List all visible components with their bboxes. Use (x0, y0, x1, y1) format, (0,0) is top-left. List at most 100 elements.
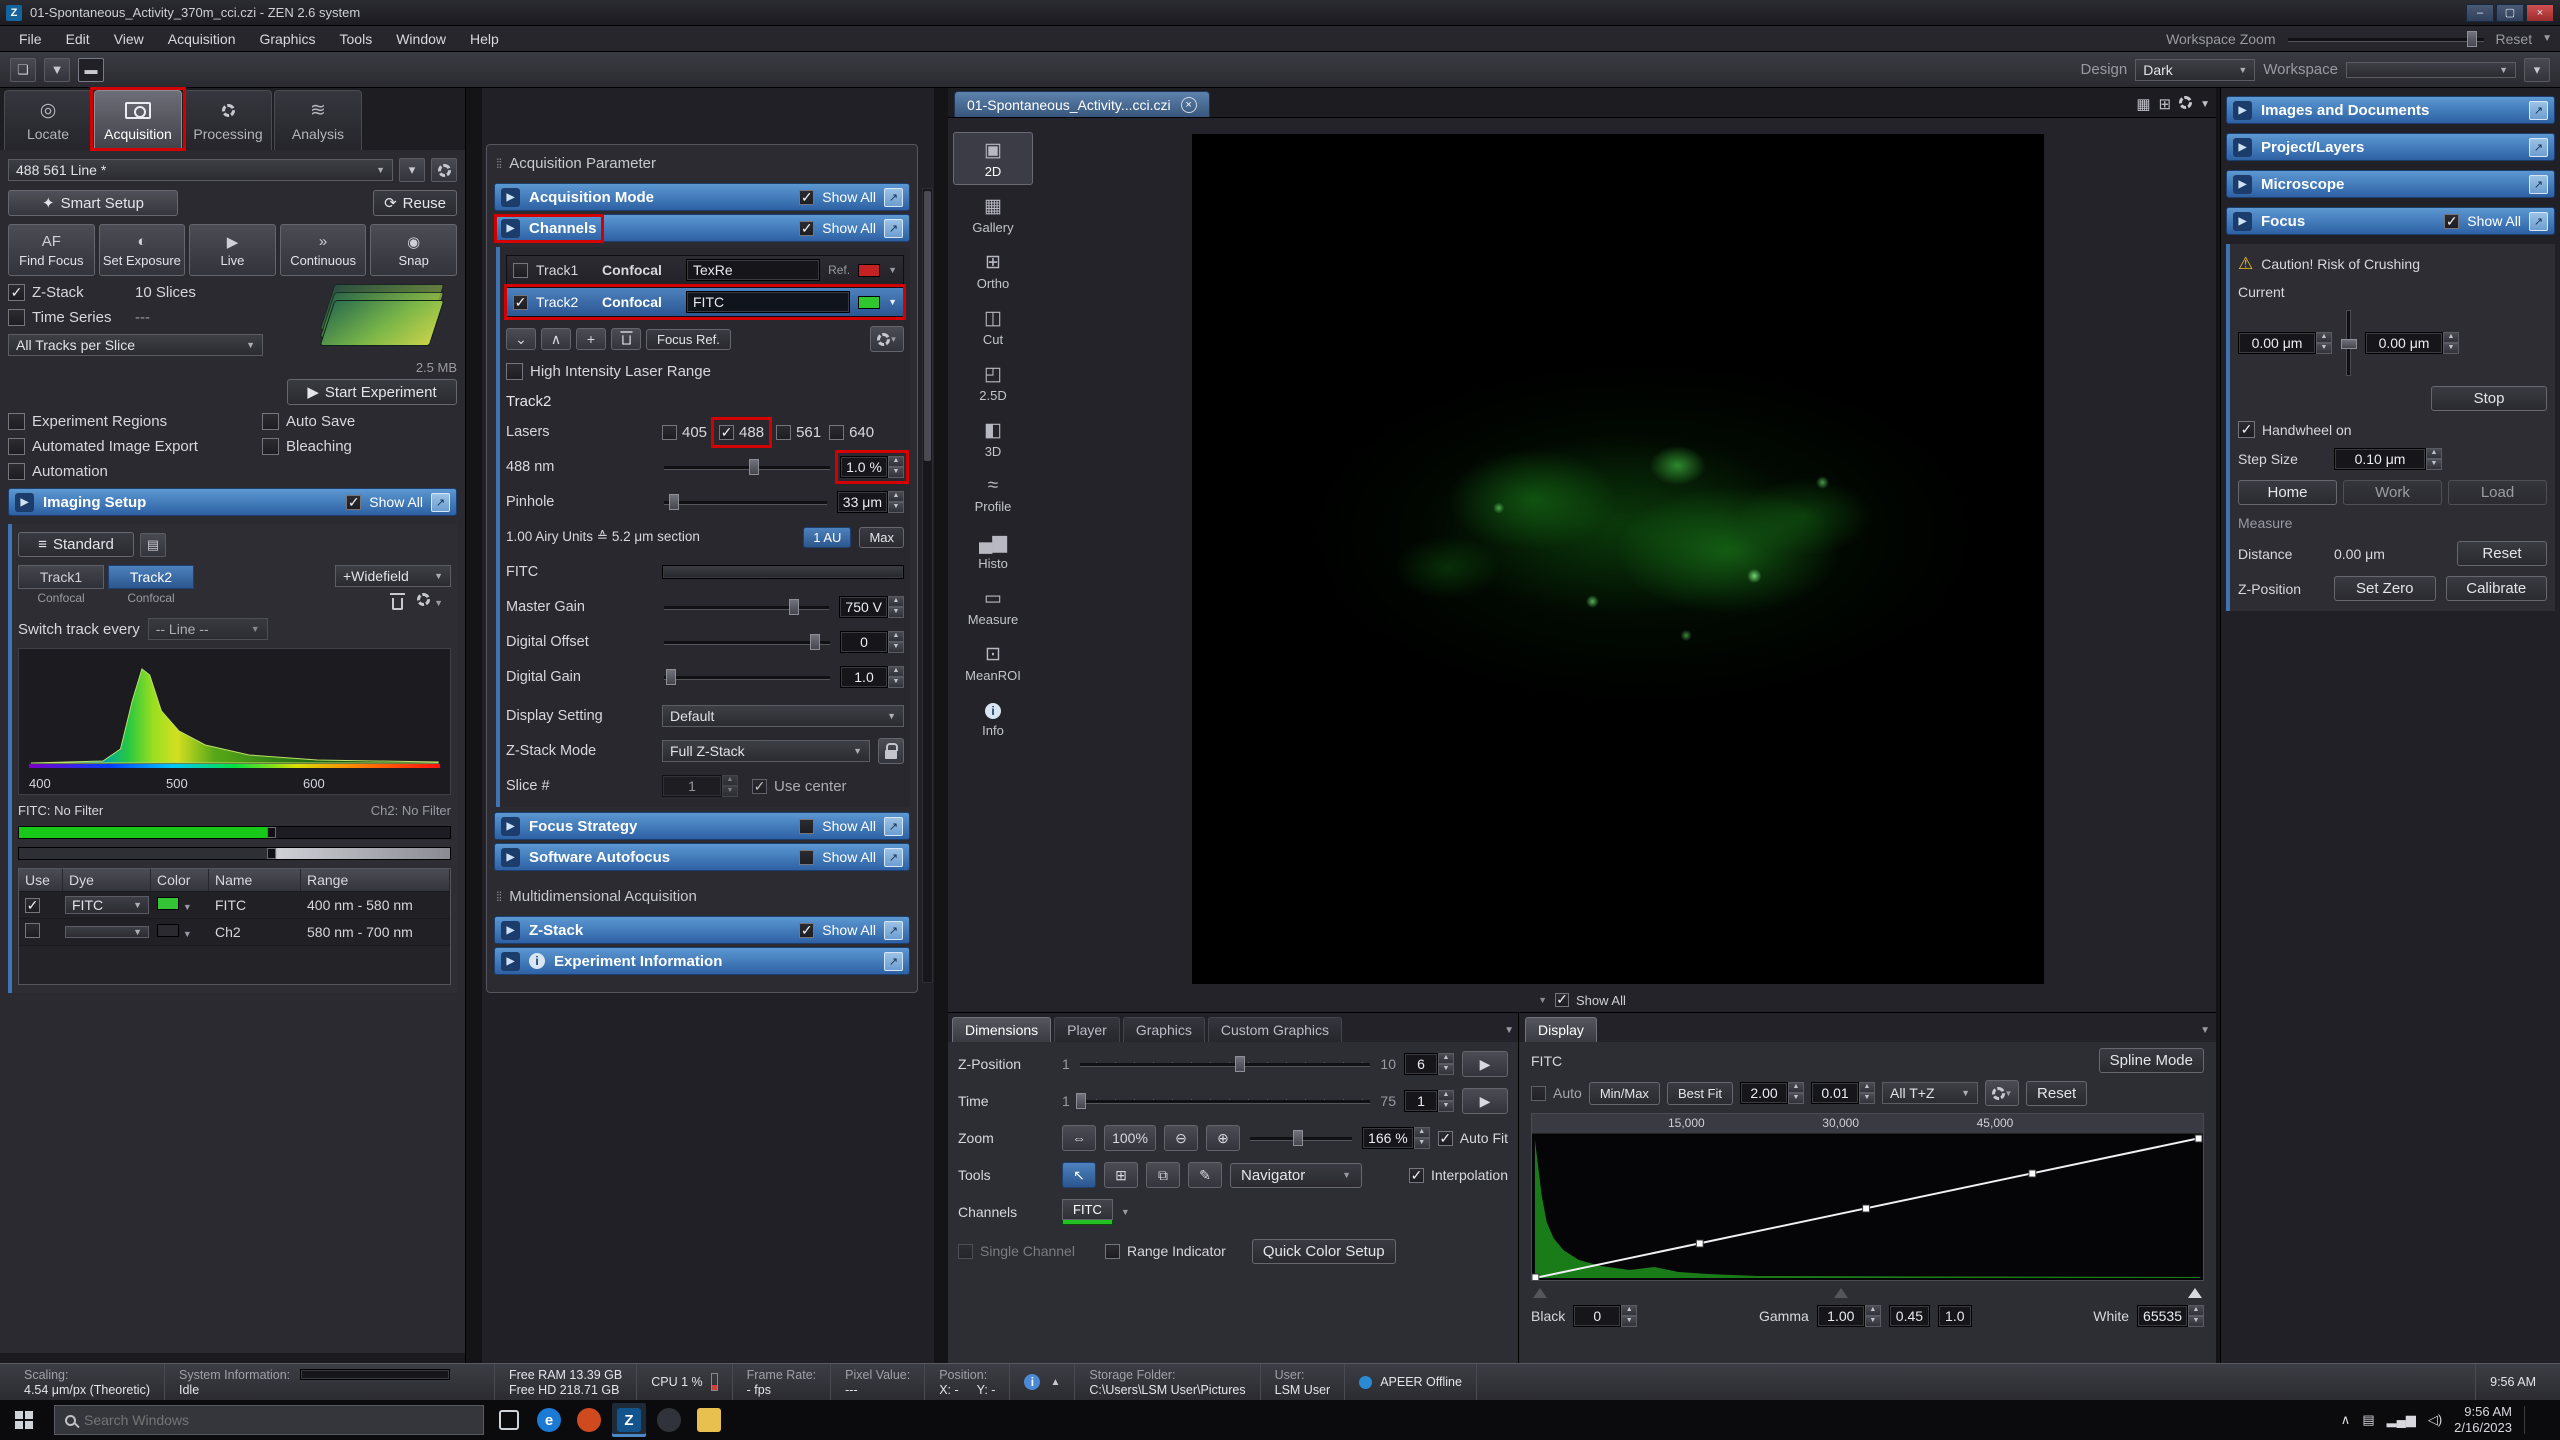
track1-color-swatch[interactable] (858, 264, 880, 277)
load-button[interactable]: Load (2448, 480, 2547, 505)
color-swatch[interactable] (157, 897, 179, 910)
digital-gain-stepper[interactable]: 1.0 ▲▼ (840, 666, 904, 688)
collapse-panel-icon[interactable]: ▼ (1538, 995, 1547, 1005)
display-options-icon[interactable]: ▼ (1985, 1080, 2019, 1106)
one-au-button[interactable]: 1 AU (803, 527, 851, 548)
table-row-ch2[interactable]: ▼ ▼ Ch2 580 nm - 700 nm (19, 919, 450, 946)
time-series-checkbox[interactable] (8, 309, 25, 326)
z-position-slider[interactable] (1078, 1054, 1373, 1074)
screenshot-tool-icon[interactable]: ▬ (78, 58, 104, 82)
pin-icon[interactable]: ↗ (431, 493, 450, 512)
track2-tab[interactable]: Track2 (108, 565, 194, 589)
experiment-options-icon[interactable] (431, 158, 457, 182)
experiment-regions-checkbox[interactable] (8, 413, 25, 430)
step-size-stepper[interactable]: 0.10 μm ▲▼ (2334, 448, 2442, 470)
close-document-icon[interactable]: × (1181, 97, 1197, 113)
focus-ref-button[interactable]: Focus Ref. (646, 329, 731, 350)
taskbar-app-zen[interactable]: Z (612, 1403, 646, 1437)
reuse-button[interactable]: ⟳Reuse (373, 190, 457, 216)
chevron-down-icon[interactable]: ▼ (2200, 99, 2210, 110)
view-profile[interactable]: ≈Profile (953, 468, 1033, 521)
viewer-options-icon[interactable] (2179, 96, 2192, 113)
time-slider[interactable] (1078, 1091, 1373, 1111)
pin-icon[interactable]: ↗ (884, 848, 903, 867)
tab-acquisition[interactable]: Acquisition (94, 90, 182, 150)
track2-row[interactable]: Track2 Confocal FITC ▼ (506, 287, 904, 317)
range-indicator-checkbox[interactable] (1105, 1244, 1120, 1259)
spin-up[interactable]: ▲ (2316, 332, 2332, 343)
pin-icon[interactable]: ↗ (884, 817, 903, 836)
spin-up[interactable]: ▲ (1438, 1053, 1454, 1064)
focus-header[interactable]: ▶ Focus Show All ↗ (2226, 207, 2555, 235)
spin-up[interactable]: ▲ (888, 631, 904, 642)
imaging-setup-header[interactable]: ▶ Imaging Setup Show All ↗ (8, 488, 457, 516)
spline-mode-button[interactable]: Spline Mode (2099, 1048, 2204, 1073)
slider-handle[interactable] (810, 634, 820, 650)
spin-down[interactable]: ▼ (2316, 343, 2332, 354)
gamma-high-value[interactable]: 1.0 (1938, 1305, 1971, 1327)
expand-icon[interactable]: ▶ (501, 188, 520, 207)
spin-up[interactable]: ▲ (722, 775, 738, 786)
table-row-fitc[interactable]: FITC▼ ▼ FITC 400 nm - 580 nm (19, 892, 450, 919)
view-3d[interactable]: ◧3D (953, 412, 1033, 465)
pan-tool-icon[interactable]: ⧉ (1146, 1162, 1180, 1188)
best-fit-button[interactable]: Best Fit (1667, 1082, 1733, 1105)
show-all-checkbox[interactable] (799, 221, 814, 236)
slider-handle[interactable] (669, 494, 679, 510)
automation-checkbox[interactable] (8, 463, 25, 480)
spin-up[interactable]: ▲ (888, 491, 904, 502)
view-gallery[interactable]: ▦Gallery (953, 188, 1033, 241)
find-focus-button[interactable]: AFFind Focus (8, 224, 95, 276)
experiment-favorite-icon[interactable]: ▾ (399, 158, 425, 182)
spin-up[interactable]: ▲ (2426, 448, 2442, 459)
focus-strategy-header[interactable]: ▶ Focus Strategy Show All ↗ (494, 812, 910, 840)
black-point-marker[interactable] (1533, 1288, 1547, 1298)
pin-icon[interactable]: ↗ (2529, 212, 2548, 231)
track2-checkbox[interactable] (513, 295, 528, 310)
spin-up[interactable]: ▲ (888, 596, 904, 607)
view-2-5d[interactable]: ◰2.5D (953, 356, 1033, 409)
project-layers-header[interactable]: ▶ Project/Layers ↗ (2226, 133, 2555, 161)
pin-icon[interactable]: ↗ (884, 219, 903, 238)
slider-handle[interactable] (749, 459, 759, 475)
status-info-icon[interactable]: i (1024, 1374, 1040, 1390)
spin-up[interactable]: ▲ (1865, 1305, 1881, 1316)
workspace-select[interactable]: ▼ (2346, 62, 2516, 78)
master-gain-stepper[interactable]: 750 V ▲▼ (839, 596, 904, 618)
viewer-show-all-checkbox[interactable] (1555, 993, 1569, 1007)
spin-down[interactable]: ▼ (1788, 1093, 1804, 1104)
laser-640-checkbox[interactable] (829, 425, 844, 440)
workspace-zoom-slider[interactable] (2286, 29, 2486, 49)
taskbar-app-explorer[interactable] (692, 1403, 726, 1437)
delete-track-icon[interactable] (611, 328, 641, 350)
acquisition-mode-header[interactable]: ▶ Acquisition Mode Show All ↗ (494, 183, 910, 211)
z-position-stepper[interactable]: 6 ▲▼ (1404, 1053, 1454, 1075)
pinhole-stepper[interactable]: 33 μm ▲▼ (837, 491, 904, 513)
menu-acquisition[interactable]: Acquisition (157, 29, 247, 49)
taskbar-app-edge[interactable]: e (532, 1403, 566, 1437)
experiment-information-header[interactable]: ▶ i Experiment Information ↗ (494, 947, 910, 975)
slider-handle[interactable] (1076, 1093, 1086, 1109)
slider-handle[interactable] (2467, 31, 2477, 47)
z-stack-mode-select[interactable]: Full Z-Stack▼ (662, 740, 870, 762)
spin-down[interactable]: ▼ (2426, 459, 2442, 470)
handwheel-checkbox[interactable] (2238, 421, 2255, 438)
workspace-config-icon[interactable]: ▾ (2524, 58, 2550, 82)
taskbar-clock[interactable]: 9:56 AM 2/16/2023 (2454, 1404, 2512, 1436)
tray-network-icon[interactable]: ▂▄▆ (2387, 1412, 2416, 1428)
best-fit-low-stepper[interactable]: 2.00 ▲▼ (1740, 1082, 1804, 1104)
z-stack-checkbox[interactable] (8, 284, 25, 301)
tab-player[interactable]: Player (1054, 1017, 1120, 1042)
smart-setup-button[interactable]: ✦Smart Setup (8, 190, 178, 216)
slider-handle[interactable] (1235, 1056, 1245, 1072)
automated-image-export-checkbox[interactable] (8, 438, 25, 455)
display-setting-select[interactable]: Default▼ (662, 705, 904, 727)
focus-vertical-slider[interactable] (2346, 310, 2351, 376)
pin-icon[interactable]: ↗ (884, 921, 903, 940)
time-play-button[interactable]: ▶ (1462, 1088, 1508, 1114)
zoom-slider[interactable] (1248, 1128, 1354, 1148)
spin-down[interactable]: ▼ (1865, 1316, 1881, 1327)
task-view-button[interactable] (492, 1403, 526, 1437)
slider-handle[interactable] (789, 599, 799, 615)
laser-405-checkbox[interactable] (662, 425, 677, 440)
